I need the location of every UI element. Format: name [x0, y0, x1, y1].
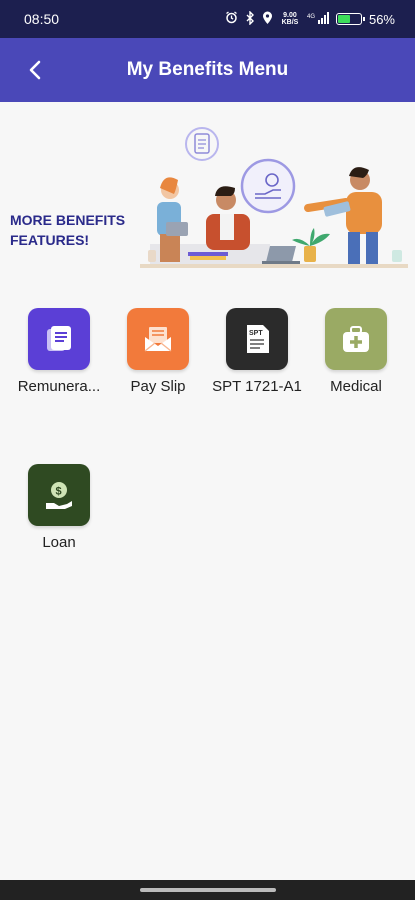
medical-kit-icon	[325, 308, 387, 370]
menu-item-label: SPT 1721-A1	[212, 378, 302, 395]
alarm-icon	[225, 11, 238, 27]
status-icons: 9.00 KB/S 4G 56%	[225, 9, 395, 28]
benefits-banner: MORE BENEFITS FEATURES!	[0, 118, 415, 278]
app-bar: My Benefits Menu	[0, 38, 415, 102]
banner-illustration	[140, 127, 408, 268]
status-bar: 08:50 9.00 KB/S 4G 56%	[0, 0, 415, 38]
menu-item-loan[interactable]: $ Loan	[9, 464, 109, 551]
menu-item-label: Pay Slip	[130, 378, 186, 395]
battery-icon	[335, 13, 365, 25]
menu-item-medical[interactable]: Medical	[306, 308, 406, 395]
envelope-icon	[127, 308, 189, 370]
svg-text:4G: 4G	[307, 14, 315, 20]
location-icon	[262, 11, 273, 28]
menu-item-remuneration[interactable]: Remunera...	[9, 308, 109, 395]
signal-icon: 4G	[307, 11, 329, 27]
document-stack-icon	[28, 308, 90, 370]
battery-text: 56%	[368, 11, 395, 27]
page-title: My Benefits Menu	[126, 59, 289, 80]
menu-item-spt-1721-a1[interactable]: SPT SPT 1721-A1	[207, 308, 307, 395]
money-hand-icon: $	[28, 464, 90, 526]
menu-item-pay-slip[interactable]: Pay Slip	[108, 308, 208, 395]
status-time: 08:50	[24, 11, 60, 27]
spt-form-icon: SPT	[226, 308, 288, 370]
svg-text:SPT: SPT	[249, 330, 263, 337]
menu-item-label: Loan	[42, 534, 76, 551]
home-gesture-handle[interactable]	[139, 888, 276, 892]
menu-item-label: Remunera...	[17, 378, 101, 395]
back-arrow-icon[interactable]	[20, 54, 52, 86]
system-nav-bar	[0, 880, 415, 900]
menu-item-label: Medical	[330, 378, 382, 395]
data-speed-icon: 9.00 KB/S	[281, 12, 299, 26]
bluetooth-icon	[245, 9, 255, 28]
svg-text:$: $	[56, 486, 62, 498]
